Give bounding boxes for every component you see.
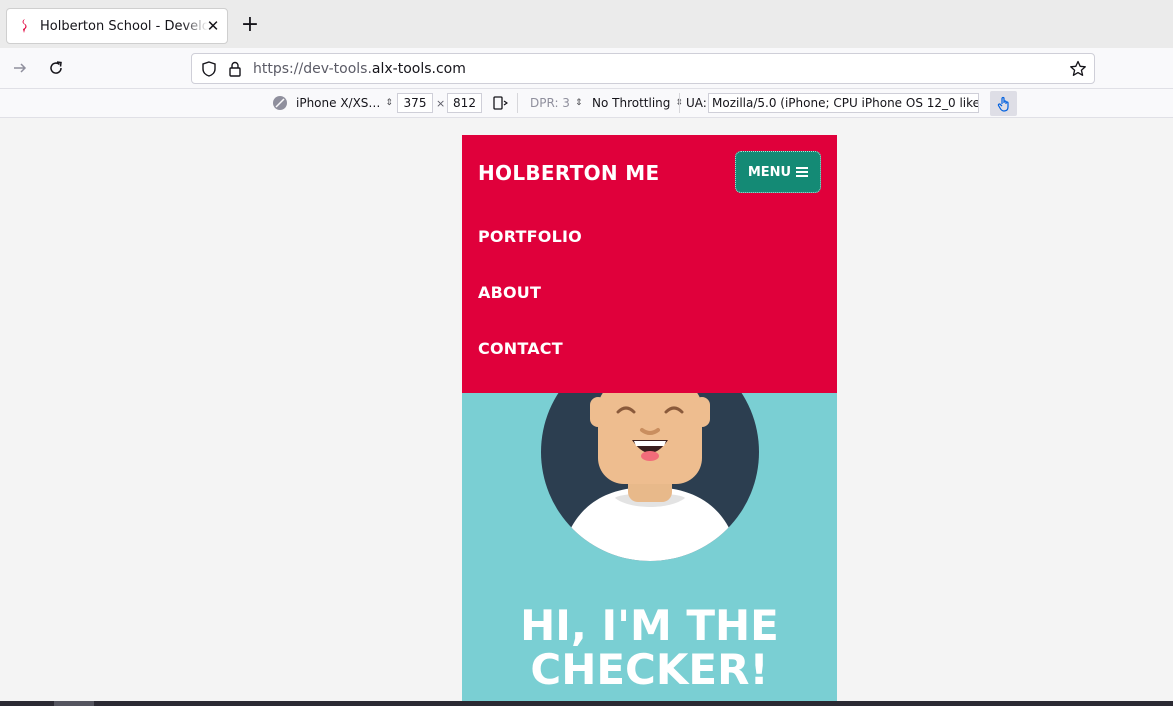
tab-title: Holberton School - Developer Tools [40,18,208,34]
menu-button-label: MENU [747,164,792,180]
select-arrows-icon: ⇕ [385,97,393,108]
browser-tab[interactable]: Holberton School - Developer Tools ✕ [6,8,228,44]
taskbar-segment [54,701,94,706]
forward-icon[interactable] [8,56,32,80]
device-icon [272,95,288,111]
new-tab-icon[interactable]: + [238,14,262,38]
responsive-design-toolbar: iPhone X/XS… ⇕ 375 × 812 DPR: 3 ⇕ No Thr… [0,89,1173,118]
url-text[interactable]: https://dev-tools.alx-tools.com [253,61,466,77]
shield-icon[interactable] [200,60,218,78]
hero-title-line-1: HI, I'M THE [520,601,779,650]
nav-link-about[interactable]: ABOUT [478,283,541,302]
hero-title: HI, I'M THE CHECKER! [462,604,837,692]
close-tab-icon[interactable]: ✕ [205,18,221,34]
user-agent-input[interactable]: Mozilla/5.0 (iPhone; CPU iPhone OS 12_0 … [708,93,979,113]
throttling-selector[interactable]: No Throttling ⇕ [592,89,683,117]
device-viewport: HI, I'M THE CHECKER! HOLBERTON ME MENU P… [462,135,837,706]
tab-strip: Holberton School - Developer Tools ✕ + [0,0,1173,48]
url-bar[interactable]: https://dev-tools.alx-tools.com [191,53,1095,84]
hero-title-line-2: CHECKER! [530,645,769,694]
viewport-width-input[interactable]: 375 [397,93,433,113]
throttling-label: No Throttling [592,96,671,110]
nav-link-portfolio[interactable]: PORTFOLIO [478,227,582,246]
dpr-label: DPR: 3 [530,96,570,110]
viewport-height-input[interactable]: 812 [447,93,482,113]
dpr-selector[interactable]: DPR: 3 ⇕ [530,89,582,117]
device-name: iPhone X/XS… [296,96,381,110]
menu-button[interactable]: MENU [735,151,821,193]
reload-icon[interactable] [44,56,68,80]
navigation-toolbar: https://dev-tools.alx-tools.com [0,48,1173,89]
dimension-separator: × [436,96,446,110]
select-arrows-icon: ⇕ [574,97,583,108]
nav-link-contact[interactable]: CONTACT [478,339,563,358]
touch-simulation-icon[interactable] [990,91,1017,116]
holberton-favicon-icon [16,18,32,34]
taskbar-strip [0,701,1173,706]
toolbar-divider [517,93,518,113]
hamburger-icon [796,167,809,177]
toolbar-divider [679,93,680,113]
device-selector[interactable]: iPhone X/XS… ⇕ [272,89,393,117]
mobile-menu-panel: HOLBERTON ME MENU PORTFOLIO ABOUT CONTAC… [462,135,837,393]
bookmark-star-icon[interactable] [1068,59,1088,79]
site-brand[interactable]: HOLBERTON ME [478,161,659,185]
rotate-viewport-icon[interactable] [492,89,508,117]
ua-label: UA: [686,96,707,110]
lock-icon[interactable] [226,60,244,78]
